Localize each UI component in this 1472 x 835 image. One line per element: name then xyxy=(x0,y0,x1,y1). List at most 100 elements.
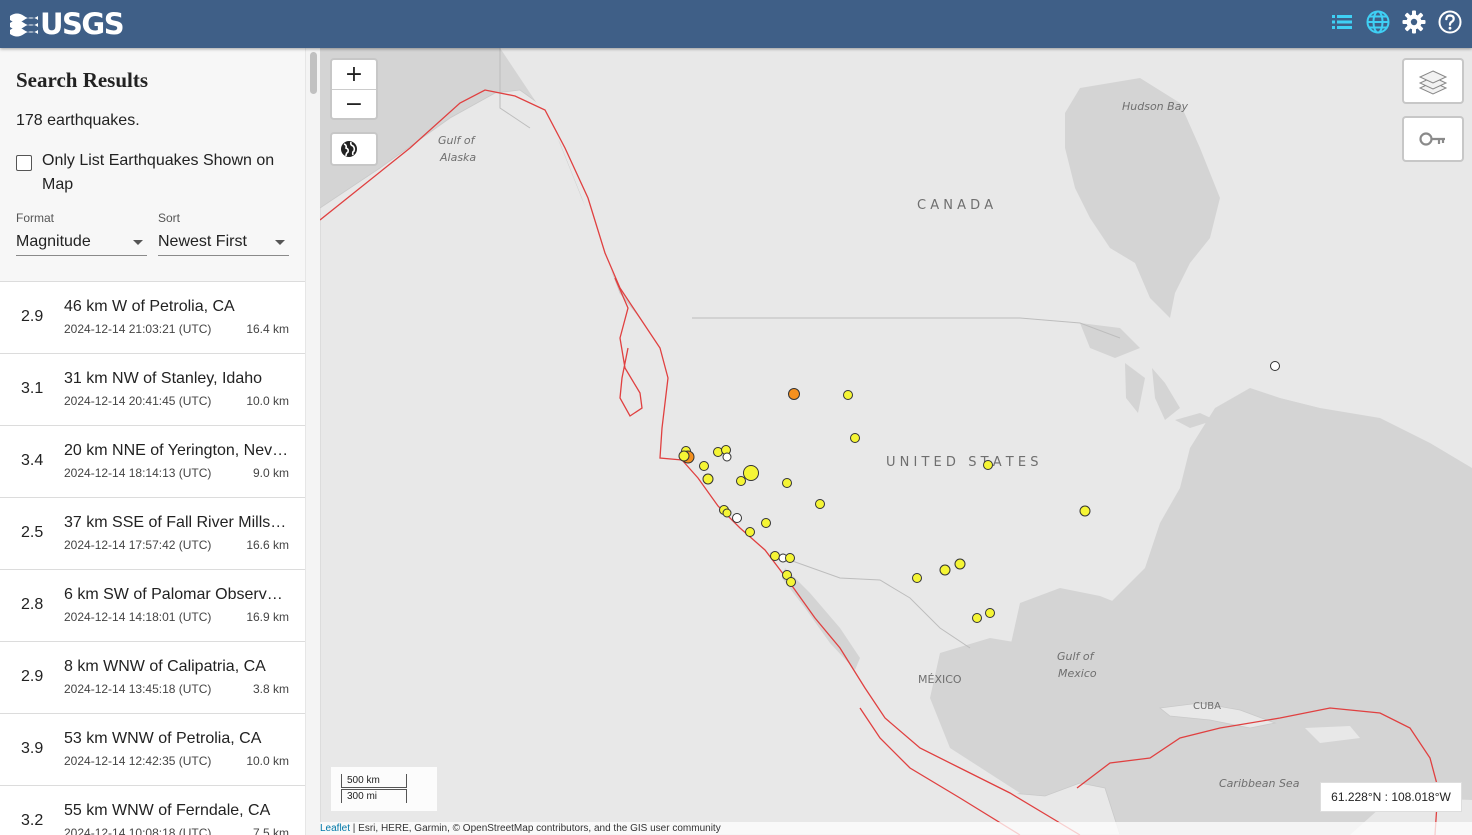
earthquake-marker[interactable] xyxy=(954,558,966,570)
zoom-control: + − xyxy=(330,58,378,120)
earthquake-marker[interactable] xyxy=(1270,361,1280,371)
earthquake-marker[interactable] xyxy=(850,433,860,443)
leaflet-link[interactable]: Leaflet xyxy=(320,823,350,834)
earthquake-marker[interactable] xyxy=(815,499,825,509)
zoom-out-button[interactable]: − xyxy=(332,90,376,119)
earthquake-marker[interactable] xyxy=(743,465,759,481)
earthquake-map[interactable]: Hudson Bay Gulf of Alaska C A N A D A U … xyxy=(320,48,1472,835)
earthquake-list-item[interactable]: 3.9 53 km WNW of Petrolia, CA 2024-12-14 1… xyxy=(0,714,305,786)
map-scale: 500 km 300 mi xyxy=(330,766,438,812)
page-title: Search Results xyxy=(16,68,149,92)
mouse-coordinates: 61.228°N : 108.018°W xyxy=(1320,782,1462,812)
earthquake-marker[interactable] xyxy=(843,390,853,400)
layers-icon xyxy=(1418,70,1448,95)
layers-button[interactable] xyxy=(1402,58,1464,104)
basemap: Hudson Bay Gulf of Alaska C A N A D A U … xyxy=(320,48,1472,835)
earthquake-depth: 16.6 km xyxy=(246,538,289,552)
earthquake-depth: 10.0 km xyxy=(246,754,289,768)
canada-label: C A N A D A xyxy=(917,198,993,213)
earthquake-time: 2024-12-14 14:18:01 (UTC) xyxy=(64,610,212,624)
usgs-logo[interactable]: USGS xyxy=(10,8,125,40)
earthquake-time: 2024-12-14 17:57:42 (UTC) xyxy=(64,538,212,552)
results-count: 178 earthquakes. xyxy=(16,112,140,129)
earthquake-time: 2024-12-14 10:08:18 (UTC) xyxy=(64,826,212,835)
earthquake-depth: 9.0 km xyxy=(252,466,289,480)
earthquake-marker[interactable] xyxy=(1079,505,1091,517)
earthquake-list-item[interactable]: 2.9 8 km WNW of Calipatria, CA 2024-12-14 … xyxy=(0,642,305,714)
earthquake-list-item[interactable]: 2.5 37 km SSE of Fall River Mills, CA 2024… xyxy=(0,498,305,570)
format-field: Format Magnitude xyxy=(16,211,147,256)
earthquake-depth: 7.5 km xyxy=(252,826,289,835)
hispaniola-land xyxy=(1305,726,1360,743)
earthquake-depth: 10.0 km xyxy=(246,394,289,408)
scrollbar-thumb[interactable] xyxy=(310,52,317,94)
earthquake-marker[interactable] xyxy=(983,460,993,470)
globe-icon xyxy=(341,141,357,157)
cuba-label: CUBA xyxy=(1193,701,1221,712)
earthquake-place: 46 km W of Petrolia, CA xyxy=(64,298,235,315)
format-select-value: Magnitude xyxy=(16,233,91,250)
earthquake-list-item[interactable]: 2.9 46 km W of Petrolia, CA 2024-12-14 21:… xyxy=(0,282,305,354)
earthquake-marker[interactable] xyxy=(782,478,792,488)
earthquake-marker[interactable] xyxy=(745,527,755,537)
format-label: Format xyxy=(16,211,55,225)
earthquake-marker[interactable] xyxy=(786,577,796,587)
earthquake-marker[interactable] xyxy=(912,573,922,583)
earthquake-list-item[interactable]: 3.4 20 km NNE of Yerington, Nevada 2024-12… xyxy=(0,426,305,498)
earthquake-marker[interactable] xyxy=(699,461,709,471)
earthquake-marker[interactable] xyxy=(785,553,795,563)
hudson-bay-label: Hudson Bay xyxy=(1122,100,1188,113)
earthquake-time: 2024-12-14 21:03:21 (UTC) xyxy=(64,322,212,336)
zoom-in-button[interactable]: + xyxy=(332,60,376,90)
earthquake-marker[interactable] xyxy=(678,450,690,462)
help-icon[interactable] xyxy=(1436,8,1464,36)
earthquake-magnitude: 2.5 xyxy=(21,524,44,541)
earthquake-marker[interactable] xyxy=(788,388,800,400)
earthquake-list: 2.9 46 km W of Petrolia, CA 2024-12-14 21:… xyxy=(0,282,305,835)
search-results-header: Search Results 178 earthquakes. Only Lis… xyxy=(0,48,305,282)
gulf-mexico-label-1: Gulf of xyxy=(1057,650,1096,663)
only-list-shown-label[interactable]: Only List Earthquakes Shown on Map xyxy=(42,149,282,197)
key-icon xyxy=(1419,132,1445,146)
format-select[interactable]: Magnitude xyxy=(16,229,147,256)
earthquake-list-item[interactable]: 3.2 55 km WNW of Ferndale, CA 2024-12-14 1… xyxy=(0,786,305,835)
sort-field: Sort Newest First xyxy=(158,211,289,256)
earthquake-place: 53 km WNW of Petrolia, CA xyxy=(64,730,262,747)
attribution-text: | Esri, HERE, Garmin, © OpenStreetMap co… xyxy=(350,823,721,834)
earthquake-list-item[interactable]: 3.1 31 km NW of Stanley, Idaho 2024-12-14 … xyxy=(0,354,305,426)
earthquake-depth: 3.8 km xyxy=(252,682,289,696)
earthquake-marker[interactable] xyxy=(761,518,771,528)
world-view-button[interactable] xyxy=(330,132,378,166)
earthquake-depth: 16.9 km xyxy=(246,610,289,624)
gulf-of-mexico-water xyxy=(1010,588,1185,748)
earthquake-marker[interactable] xyxy=(985,608,995,618)
earthquake-marker[interactable] xyxy=(722,508,732,518)
earthquake-marker[interactable] xyxy=(702,473,714,485)
earthquake-place: 55 km WNW of Ferndale, CA xyxy=(64,802,271,819)
search-results-panel: Search Results 178 earthquakes. Only Lis… xyxy=(0,48,305,835)
earthquake-magnitude: 3.1 xyxy=(21,380,44,397)
earthquake-marker[interactable] xyxy=(770,551,780,561)
earthquake-place: 6 km SW of Palomar Observatory, CA xyxy=(64,586,290,603)
gulf-alaska-label-1: Gulf of xyxy=(438,134,477,147)
earthquake-time: 2024-12-14 13:45:18 (UTC) xyxy=(64,682,212,696)
earthquake-marker[interactable] xyxy=(972,613,982,623)
earthquake-depth: 16.4 km xyxy=(246,322,289,336)
mexico-label: MÉXICO xyxy=(918,673,962,686)
only-list-shown-option[interactable]: Only List Earthquakes Shown on Map xyxy=(16,149,289,197)
legend-button[interactable] xyxy=(1402,116,1464,162)
globe-icon[interactable] xyxy=(1364,8,1392,36)
list-icon[interactable] xyxy=(1328,8,1356,36)
earthquake-marker[interactable] xyxy=(939,564,951,576)
earthquake-magnitude: 3.9 xyxy=(21,740,44,757)
sidebar-scrollbar[interactable] xyxy=(305,48,321,835)
only-list-shown-checkbox[interactable] xyxy=(16,155,32,171)
sort-select[interactable]: Newest First xyxy=(158,229,289,256)
earthquake-marker[interactable] xyxy=(732,513,742,523)
earthquake-marker[interactable] xyxy=(722,452,732,462)
earthquake-time: 2024-12-14 18:14:13 (UTC) xyxy=(64,466,212,480)
earthquake-list-item[interactable]: 2.8 6 km SW of Palomar Observatory, CA 202… xyxy=(0,570,305,642)
chevron-down-icon xyxy=(133,240,143,245)
earthquake-marker[interactable] xyxy=(736,476,746,486)
gear-icon[interactable] xyxy=(1400,8,1428,36)
